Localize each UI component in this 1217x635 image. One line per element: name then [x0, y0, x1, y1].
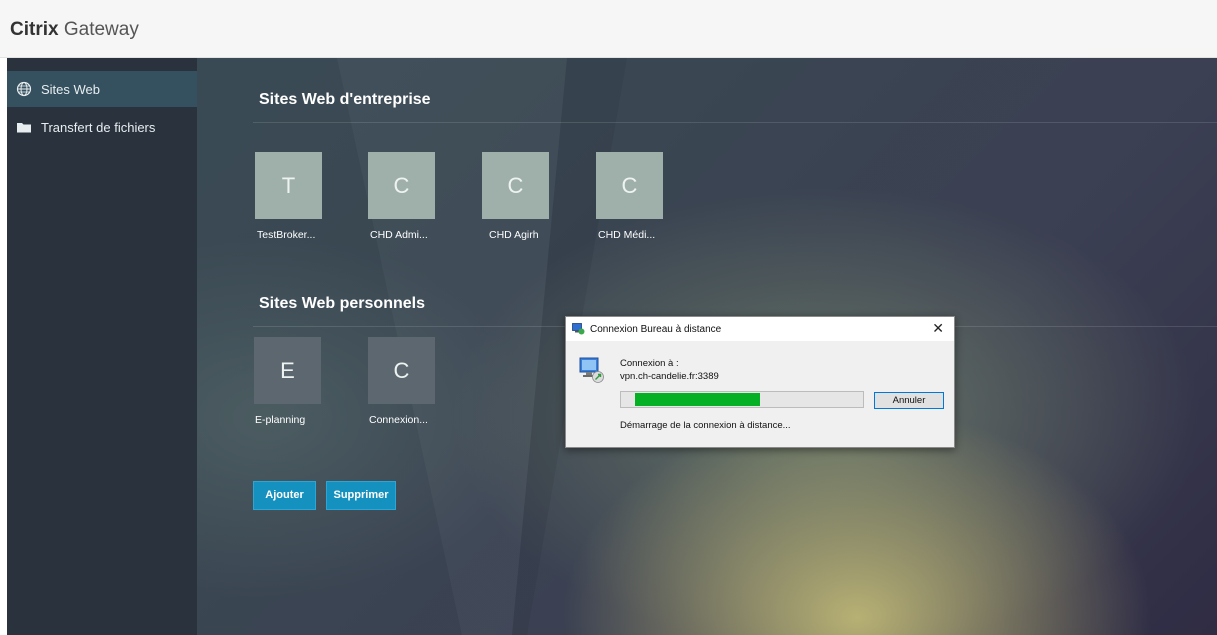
site-tile[interactable]: T [255, 152, 322, 219]
sidebar: Sites Web Transfert de fichiers [7, 58, 197, 635]
sidebar-item-label: Transfert de fichiers [41, 120, 156, 135]
site-tile-label[interactable]: CHD Admi... [370, 229, 428, 241]
dialog-title: Connexion Bureau à distance [590, 324, 722, 335]
site-tile-label[interactable]: E-planning [255, 414, 305, 426]
site-tile[interactable]: E [254, 337, 321, 404]
delete-button[interactable]: Supprimer [326, 481, 396, 510]
progress-fill [635, 393, 760, 406]
site-tile-label[interactable]: Connexion... [369, 414, 428, 426]
cancel-button[interactable]: Annuler [874, 392, 944, 409]
sidebar-item-label: Sites Web [41, 82, 101, 97]
remote-desktop-icon [572, 323, 585, 335]
monitor-connect-icon [579, 357, 604, 383]
site-tile-label[interactable]: TestBroker... [257, 229, 315, 241]
site-tile-label[interactable]: CHD Agirh [489, 229, 539, 241]
site-tile[interactable]: C [368, 152, 435, 219]
site-tile-label[interactable]: CHD Médi... [598, 229, 655, 241]
connecting-label: Connexion à : [620, 358, 679, 369]
brand-product: Gateway [63, 19, 139, 40]
close-icon[interactable]: ✕ [932, 320, 944, 337]
site-tile[interactable]: C [596, 152, 663, 219]
sidebar-item-file-transfer[interactable]: Transfert de fichiers [7, 109, 197, 145]
rdp-dialog: Connexion Bureau à distance ✕ Connexion … [565, 316, 955, 448]
globe-icon [16, 81, 32, 97]
top-bar: Citrix Gateway [0, 0, 1217, 58]
site-tile[interactable]: C [368, 337, 435, 404]
section-title-enterprise: Sites Web d'entreprise [259, 91, 431, 108]
host-address: vpn.ch-candelie.fr:3389 [620, 371, 719, 382]
site-tile[interactable]: C [482, 152, 549, 219]
brand-logo: Citrix Gateway [10, 19, 139, 41]
brand-name: Citrix [10, 19, 59, 40]
divider [253, 122, 1217, 123]
section-title-personal: Sites Web personnels [259, 295, 425, 312]
folder-icon [17, 123, 31, 133]
progress-bar [620, 391, 864, 408]
add-button[interactable]: Ajouter [253, 481, 316, 510]
sidebar-item-sites-web[interactable]: Sites Web [7, 71, 197, 107]
dialog-title-bar[interactable]: Connexion Bureau à distance ✕ [566, 317, 954, 341]
status-text: Démarrage de la connexion à distance... [620, 420, 791, 431]
